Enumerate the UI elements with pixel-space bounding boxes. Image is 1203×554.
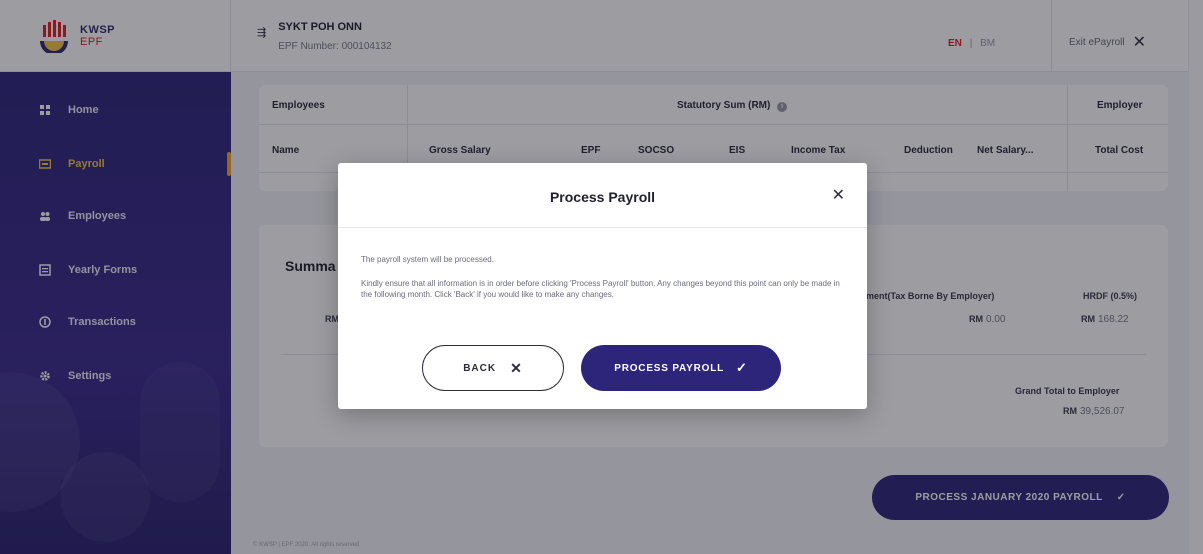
dialog-instructions: Kindly ensure that all information is in…	[361, 279, 840, 299]
dialog-title: Process Payroll	[549, 189, 656, 205]
dialog-message: The payroll system will be processed.	[361, 255, 494, 264]
process-payroll-dialog: Process Payroll ✕ The payroll system wil…	[338, 163, 867, 409]
close-icon[interactable]: ✕	[832, 185, 845, 205]
check-icon: ✓	[736, 360, 748, 375]
process-payroll-button[interactable]: PROCESS PAYROLL ✓	[581, 345, 781, 391]
back-button[interactable]: BACK ✕	[422, 345, 564, 391]
close-icon: ✕	[510, 359, 523, 376]
